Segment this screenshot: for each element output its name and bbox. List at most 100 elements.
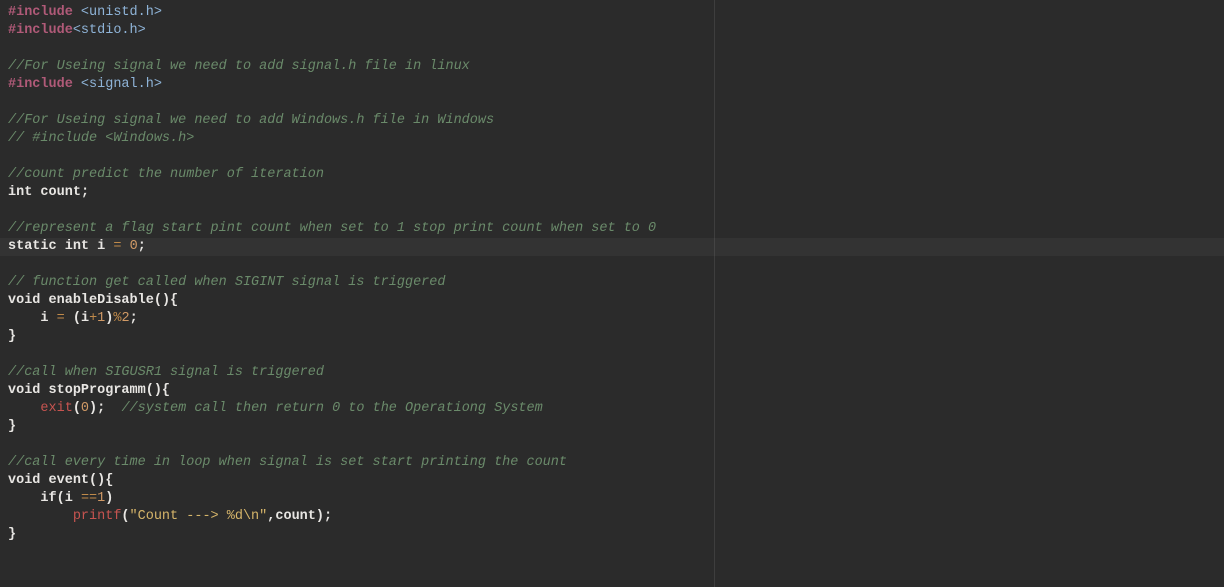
code-token: #include (8, 77, 81, 92)
code-token: ; (138, 239, 146, 254)
code-line[interactable]: //represent a flag start pint count when… (8, 220, 1216, 238)
code-line[interactable] (8, 256, 1216, 274)
code-token: i (65, 491, 73, 506)
code-token: } (8, 527, 16, 542)
code-line[interactable]: //For Useing signal we need to add Windo… (8, 112, 1216, 130)
code-token: + (89, 311, 97, 326)
code-line[interactable]: void event(){ (8, 472, 1216, 490)
code-editor[interactable]: #include <unistd.h>#include<stdio.h> //F… (0, 0, 1224, 587)
code-line[interactable]: i = (i+1)%2; (8, 310, 1216, 328)
code-token: //system call then return 0 to the Opera… (121, 401, 542, 416)
code-token: ( (121, 509, 129, 524)
code-line[interactable]: #include <unistd.h> (8, 4, 1216, 22)
code-line[interactable]: #include<stdio.h> (8, 22, 1216, 40)
code-line[interactable]: } (8, 418, 1216, 436)
code-line[interactable] (8, 436, 1216, 454)
code-token: count (40, 185, 81, 200)
code-token: count (275, 509, 316, 524)
code-token: = (57, 311, 65, 326)
code-token (121, 239, 129, 254)
code-token: <signal.h> (81, 77, 162, 92)
code-line[interactable]: static int i = 0; (8, 238, 1216, 256)
code-token: ) (316, 509, 324, 524)
code-token: //count predict the number of iteration (8, 167, 324, 182)
code-token: //represent a flag start pint count when… (8, 221, 656, 236)
code-token: void (8, 383, 40, 398)
code-token: stopProgramm (49, 383, 146, 398)
code-token: printf (73, 509, 122, 524)
code-token: ) (89, 401, 97, 416)
code-line[interactable] (8, 202, 1216, 220)
code-token: } (8, 419, 16, 434)
code-token (8, 509, 73, 524)
code-token (40, 383, 48, 398)
code-token: ( (57, 491, 65, 506)
code-token (8, 491, 40, 506)
code-line[interactable] (8, 346, 1216, 364)
code-token: 0 (81, 401, 89, 416)
code-token: #include (8, 5, 81, 20)
code-line[interactable]: // function get called when SIGINT signa… (8, 274, 1216, 292)
code-token: % (113, 311, 121, 326)
code-token (65, 311, 73, 326)
code-line[interactable]: void stopProgramm(){ (8, 382, 1216, 400)
code-token: ( (73, 311, 81, 326)
code-token (73, 491, 81, 506)
code-token: enableDisable (49, 293, 154, 308)
code-line[interactable]: printf("Count ---> %d\n",count); (8, 508, 1216, 526)
code-token (8, 311, 40, 326)
code-line[interactable]: if(i ==1) (8, 490, 1216, 508)
code-token (57, 239, 65, 254)
code-token: int (65, 239, 89, 254)
code-token (105, 401, 121, 416)
code-line[interactable]: } (8, 526, 1216, 544)
code-token: event (49, 473, 90, 488)
code-token: void (8, 293, 40, 308)
code-line[interactable]: //call every time in loop when signal is… (8, 454, 1216, 472)
code-token: exit (40, 401, 72, 416)
code-line[interactable]: } (8, 328, 1216, 346)
code-token: #include (8, 23, 73, 38)
code-token (8, 401, 40, 416)
code-token: <stdio.h> (73, 23, 146, 38)
code-token: //For Useing signal we need to add signa… (8, 59, 470, 74)
code-line[interactable]: int count; (8, 184, 1216, 202)
code-token: == (81, 491, 97, 506)
code-token: //call every time in loop when signal is… (8, 455, 567, 470)
code-token: // #include <Windows.h> (8, 131, 194, 146)
code-token: (){ (146, 383, 170, 398)
code-token: (){ (154, 293, 178, 308)
code-token (89, 239, 97, 254)
code-token: ; (324, 509, 332, 524)
code-token: void (8, 473, 40, 488)
code-token: int (8, 185, 32, 200)
code-line[interactable] (8, 148, 1216, 166)
code-token: ; (130, 311, 138, 326)
code-token: //call when SIGUSR1 signal is triggered (8, 365, 324, 380)
code-token: ; (81, 185, 89, 200)
code-token: //For Useing signal we need to add Windo… (8, 113, 494, 128)
code-token: <unistd.h> (81, 5, 162, 20)
code-line[interactable]: //call when SIGUSR1 signal is triggered (8, 364, 1216, 382)
code-line[interactable]: void enableDisable(){ (8, 292, 1216, 310)
code-token (40, 473, 48, 488)
code-token: i (81, 311, 89, 326)
code-token: // function get called when SIGINT signa… (8, 275, 445, 290)
code-token: i (40, 311, 48, 326)
code-token: ) (105, 491, 113, 506)
code-line[interactable] (8, 94, 1216, 112)
code-line[interactable]: #include <signal.h> (8, 76, 1216, 94)
code-token: (){ (89, 473, 113, 488)
code-line[interactable]: // #include <Windows.h> (8, 130, 1216, 148)
code-token (40, 293, 48, 308)
code-token: static (8, 239, 57, 254)
code-line[interactable]: //count predict the number of iteration (8, 166, 1216, 184)
code-line[interactable]: exit(0); //system call then return 0 to … (8, 400, 1216, 418)
code-token: 2 (122, 311, 130, 326)
code-token: } (8, 329, 16, 344)
code-token: 0 (130, 239, 138, 254)
code-line[interactable] (8, 40, 1216, 58)
code-token: ( (73, 401, 81, 416)
code-token (49, 311, 57, 326)
code-line[interactable]: //For Useing signal we need to add signa… (8, 58, 1216, 76)
